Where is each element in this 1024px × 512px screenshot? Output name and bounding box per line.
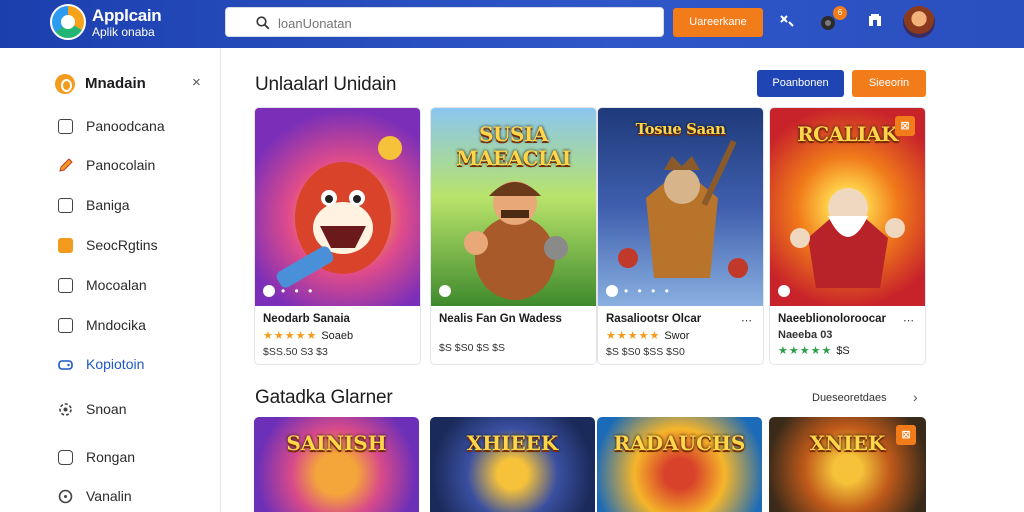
- carousel-dots[interactable]: [439, 284, 457, 298]
- game-card[interactable]: RADAUCHS: [597, 417, 762, 512]
- top-bar: Applcain Aplik onaba Uareerkane 6: [0, 0, 1024, 48]
- sidebar-item-8[interactable]: Rongan: [58, 447, 208, 469]
- carousel-dots[interactable]: • • •: [263, 284, 315, 298]
- app-logo-icon[interactable]: [50, 4, 86, 40]
- sidebar-item-label: Baniga: [86, 197, 130, 213]
- bookmark-icon[interactable]: ⊠: [895, 116, 915, 136]
- game-name: Neodarb Sanaia: [263, 313, 350, 325]
- sidebar-item-label: SeocRgtins: [86, 237, 158, 253]
- sidebar-header: Mnadain ×: [55, 74, 210, 96]
- game-art-title: RADAUCHS: [613, 431, 746, 455]
- game-art-title: XHIEEK: [466, 431, 559, 455]
- more-options-icon[interactable]: ⋯: [903, 314, 915, 327]
- document-icon: [58, 278, 73, 293]
- file-icon: [58, 198, 73, 213]
- sidebar-heading: Mnadain: [85, 75, 146, 92]
- sidebar-item-9[interactable]: Vanalin: [58, 486, 208, 508]
- circle-box-icon: [58, 450, 73, 465]
- character-illustration: [276, 136, 402, 288]
- rating-stars: ★★★★★ $S: [778, 345, 850, 357]
- controller-icon[interactable]: [777, 12, 797, 32]
- game-art: • • •: [255, 108, 420, 306]
- sidebar-item-label: Mndocika: [86, 317, 146, 333]
- game-card[interactable]: XHIEEK: [430, 417, 595, 512]
- game-name: Naeeblionoloroocar: [778, 313, 886, 325]
- info-icon: [58, 489, 73, 504]
- search-input[interactable]: [278, 13, 648, 33]
- sidebar-item-5[interactable]: Mndocika: [58, 315, 208, 337]
- chevron-right-icon[interactable]: ›: [913, 389, 918, 405]
- sidebar-item-label: Mocoalan: [86, 277, 147, 293]
- section-title-games: Gatadka Glarner: [255, 387, 393, 408]
- more-options-icon[interactable]: ⋯: [741, 314, 753, 327]
- see-all-link[interactable]: Dueseoretdaes: [812, 392, 887, 404]
- game-meta: $S $S0 $S $S: [439, 342, 505, 354]
- game-name: Rasaliootsr Olcar: [606, 313, 702, 325]
- folder-icon: [58, 238, 73, 253]
- game-card[interactable]: XNIEK ⊠: [769, 417, 926, 512]
- close-icon[interactable]: ×: [192, 74, 201, 91]
- game-art-title: SAINISH: [286, 431, 387, 455]
- game-meta: $S $S0 $SS $S0: [606, 346, 685, 358]
- game-art-title: Tosue Saan: [635, 120, 726, 138]
- minus-box-icon: [58, 318, 73, 333]
- sidebar-item-label: Kopiotoin: [86, 356, 145, 372]
- game-art: RCALIAK ⊠: [770, 108, 925, 306]
- primary-action-button[interactable]: Uareerkane: [673, 8, 763, 37]
- gamepad-icon: [58, 360, 73, 370]
- game-card[interactable]: RCALIAK ⊠ Naeeblionoloroocar ⋯ Naeeba 03…: [769, 107, 926, 365]
- section-title-featured: Unlaalarl Unidain: [255, 74, 397, 95]
- sidebar-item-1[interactable]: Panocolain: [58, 155, 208, 177]
- sidebar-item-label: Rongan: [86, 449, 136, 465]
- sidebar-item-0[interactable]: Panoodcana: [58, 116, 208, 138]
- sidebar-logo-icon: [55, 74, 75, 94]
- game-rating-prefix: Naeeba 03: [778, 329, 833, 341]
- filter-button-secondary[interactable]: Sieeorin: [852, 70, 926, 97]
- carousel-dots[interactable]: [778, 284, 796, 298]
- game-art: Tosue Saan • • • •: [598, 108, 763, 306]
- game-card[interactable]: Tosue Saan • • • • Rasaliootsr Olcar ⋯ ★…: [597, 107, 764, 365]
- game-card[interactable]: • • • Neodarb Sanaia ★★★★★ Soaeb $SS.50 S…: [254, 107, 421, 365]
- sidebar-item-label: Panocolain: [86, 157, 156, 173]
- sidebar-item-3[interactable]: SeocRgtins: [58, 235, 208, 257]
- app-title: Applcain: [92, 6, 162, 25]
- game-card[interactable]: SAINISH: [254, 417, 419, 512]
- sidebar-item-label: Snoan: [86, 401, 127, 417]
- rating-stars: ★★★★★ Swor: [606, 330, 690, 342]
- sidebar-item-2[interactable]: Baniga: [58, 195, 208, 217]
- sidebar-item-6[interactable]: Kopiotoin: [58, 354, 208, 376]
- game-card[interactable]: SUSIA MAEACIAI Nealis Fan Gn Wadess $S $…: [430, 107, 597, 365]
- sidebar-item-label: Panoodcana: [86, 118, 165, 134]
- search-icon: [256, 16, 270, 30]
- game-art-title: SUSIA MAEACIAI: [456, 122, 571, 170]
- store-icon[interactable]: [865, 12, 885, 32]
- bookmark-icon[interactable]: ⊠: [896, 425, 916, 445]
- sidebar-item-4[interactable]: Mocoalan: [58, 275, 208, 297]
- app-subtitle: Aplik onaba: [92, 25, 155, 39]
- user-avatar[interactable]: [903, 6, 935, 38]
- rating-stars: ★★★★★ Soaeb: [263, 330, 354, 342]
- sidebar-item-7[interactable]: Snoan: [58, 399, 208, 421]
- game-art: SUSIA MAEACIAI: [431, 108, 596, 306]
- carousel-dots[interactable]: • • • •: [606, 284, 672, 298]
- game-name: Nealis Fan Gn Wadess: [439, 313, 562, 325]
- square-icon: [58, 119, 73, 134]
- sidebar: Mnadain × Panoodcana Panocolain Baniga S…: [0, 48, 221, 512]
- search-bar[interactable]: [225, 7, 664, 37]
- notification-badge: 6: [833, 6, 847, 20]
- pencil-icon: [59, 158, 73, 172]
- game-meta: $SS.50 S3 $3: [263, 346, 328, 358]
- settings-icon: [59, 403, 72, 416]
- sidebar-item-label: Vanalin: [86, 488, 132, 504]
- filter-button-primary[interactable]: Poanbonen: [757, 70, 844, 97]
